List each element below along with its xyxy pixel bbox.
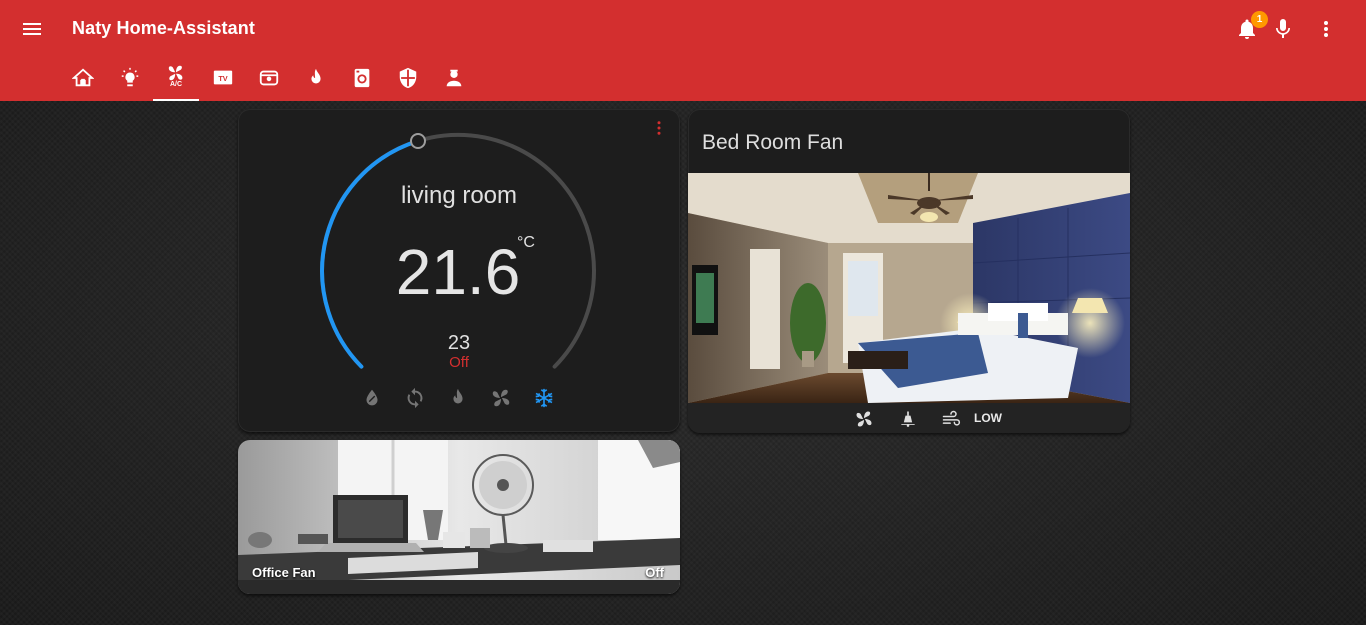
bedroom-fan-card: Bed Room Fan LOW — [688, 109, 1130, 433]
mode-dry-button[interactable] — [361, 387, 383, 409]
thermostat-name: living room — [400, 182, 518, 209]
tab-cameras[interactable] — [246, 58, 292, 101]
fan-icon — [168, 65, 183, 81]
fan-icon — [492, 389, 510, 407]
shield-icon — [399, 67, 417, 89]
lightbulb-icon — [121, 67, 139, 87]
tab-home[interactable] — [60, 58, 106, 101]
camera-icon — [259, 70, 279, 86]
microphone-icon[interactable] — [1271, 17, 1295, 41]
notification-badge: 1 — [1251, 11, 1268, 28]
target-temperature: 23 — [447, 332, 471, 354]
bedroom-fan-title: Bed Room Fan — [702, 131, 844, 154]
home-icon — [72, 68, 94, 87]
bedroom-fan-controls: LOW — [688, 403, 1130, 433]
mode-heat-button[interactable] — [447, 387, 469, 409]
tab-laundry[interactable] — [339, 58, 385, 101]
tab-tv[interactable]: TV — [200, 58, 246, 101]
ceiling-light-icon[interactable] — [898, 409, 918, 429]
person-icon — [446, 69, 462, 87]
tab-ac[interactable]: A/C — [153, 58, 199, 101]
mode-auto-button[interactable] — [404, 387, 426, 409]
mode-fan-button[interactable] — [490, 387, 512, 409]
auto-icon — [407, 387, 423, 409]
tab-security[interactable] — [385, 58, 431, 101]
office-fan-state: Off — [645, 565, 664, 580]
thermostat-handle — [410, 133, 426, 149]
svg-text:TV: TV — [218, 74, 227, 83]
tv-icon: TV — [213, 70, 233, 85]
current-temperature: 21.6 — [395, 236, 521, 308]
fan-speed-label: LOW — [974, 411, 1002, 425]
app-title: Naty Home-Assistant — [72, 18, 255, 38]
mode-cool-button[interactable] — [533, 387, 555, 409]
overflow-menu-icon[interactable] — [1314, 17, 1338, 41]
app-toolbar: Naty Home-Assistant 1 A/C TV — [0, 0, 1366, 101]
cool-icon — [535, 388, 553, 408]
menu-icon[interactable] — [20, 17, 44, 41]
thermostat-card: living room 21.6 °C 23 Off — [238, 109, 680, 432]
fire-icon — [311, 68, 321, 84]
tab-heating[interactable] — [293, 58, 339, 101]
office-fan-name: Office Fan — [252, 565, 316, 580]
card-menu-icon[interactable] — [650, 119, 668, 137]
temperature-unit: °C — [517, 234, 535, 251]
hvac-state: Off — [449, 354, 469, 371]
office-fan-card[interactable]: Office Fan Off — [238, 440, 680, 594]
bedroom-image[interactable] — [688, 173, 1130, 403]
fan-speed-icon[interactable] — [941, 409, 961, 429]
dry-icon — [366, 389, 378, 406]
tab-ac-label: A/C — [169, 81, 183, 88]
heat-icon — [453, 388, 463, 404]
fan-toggle-icon[interactable] — [854, 409, 874, 429]
washing-machine-icon — [354, 68, 370, 88]
tab-lights[interactable] — [107, 58, 153, 101]
tab-people[interactable] — [431, 58, 477, 101]
